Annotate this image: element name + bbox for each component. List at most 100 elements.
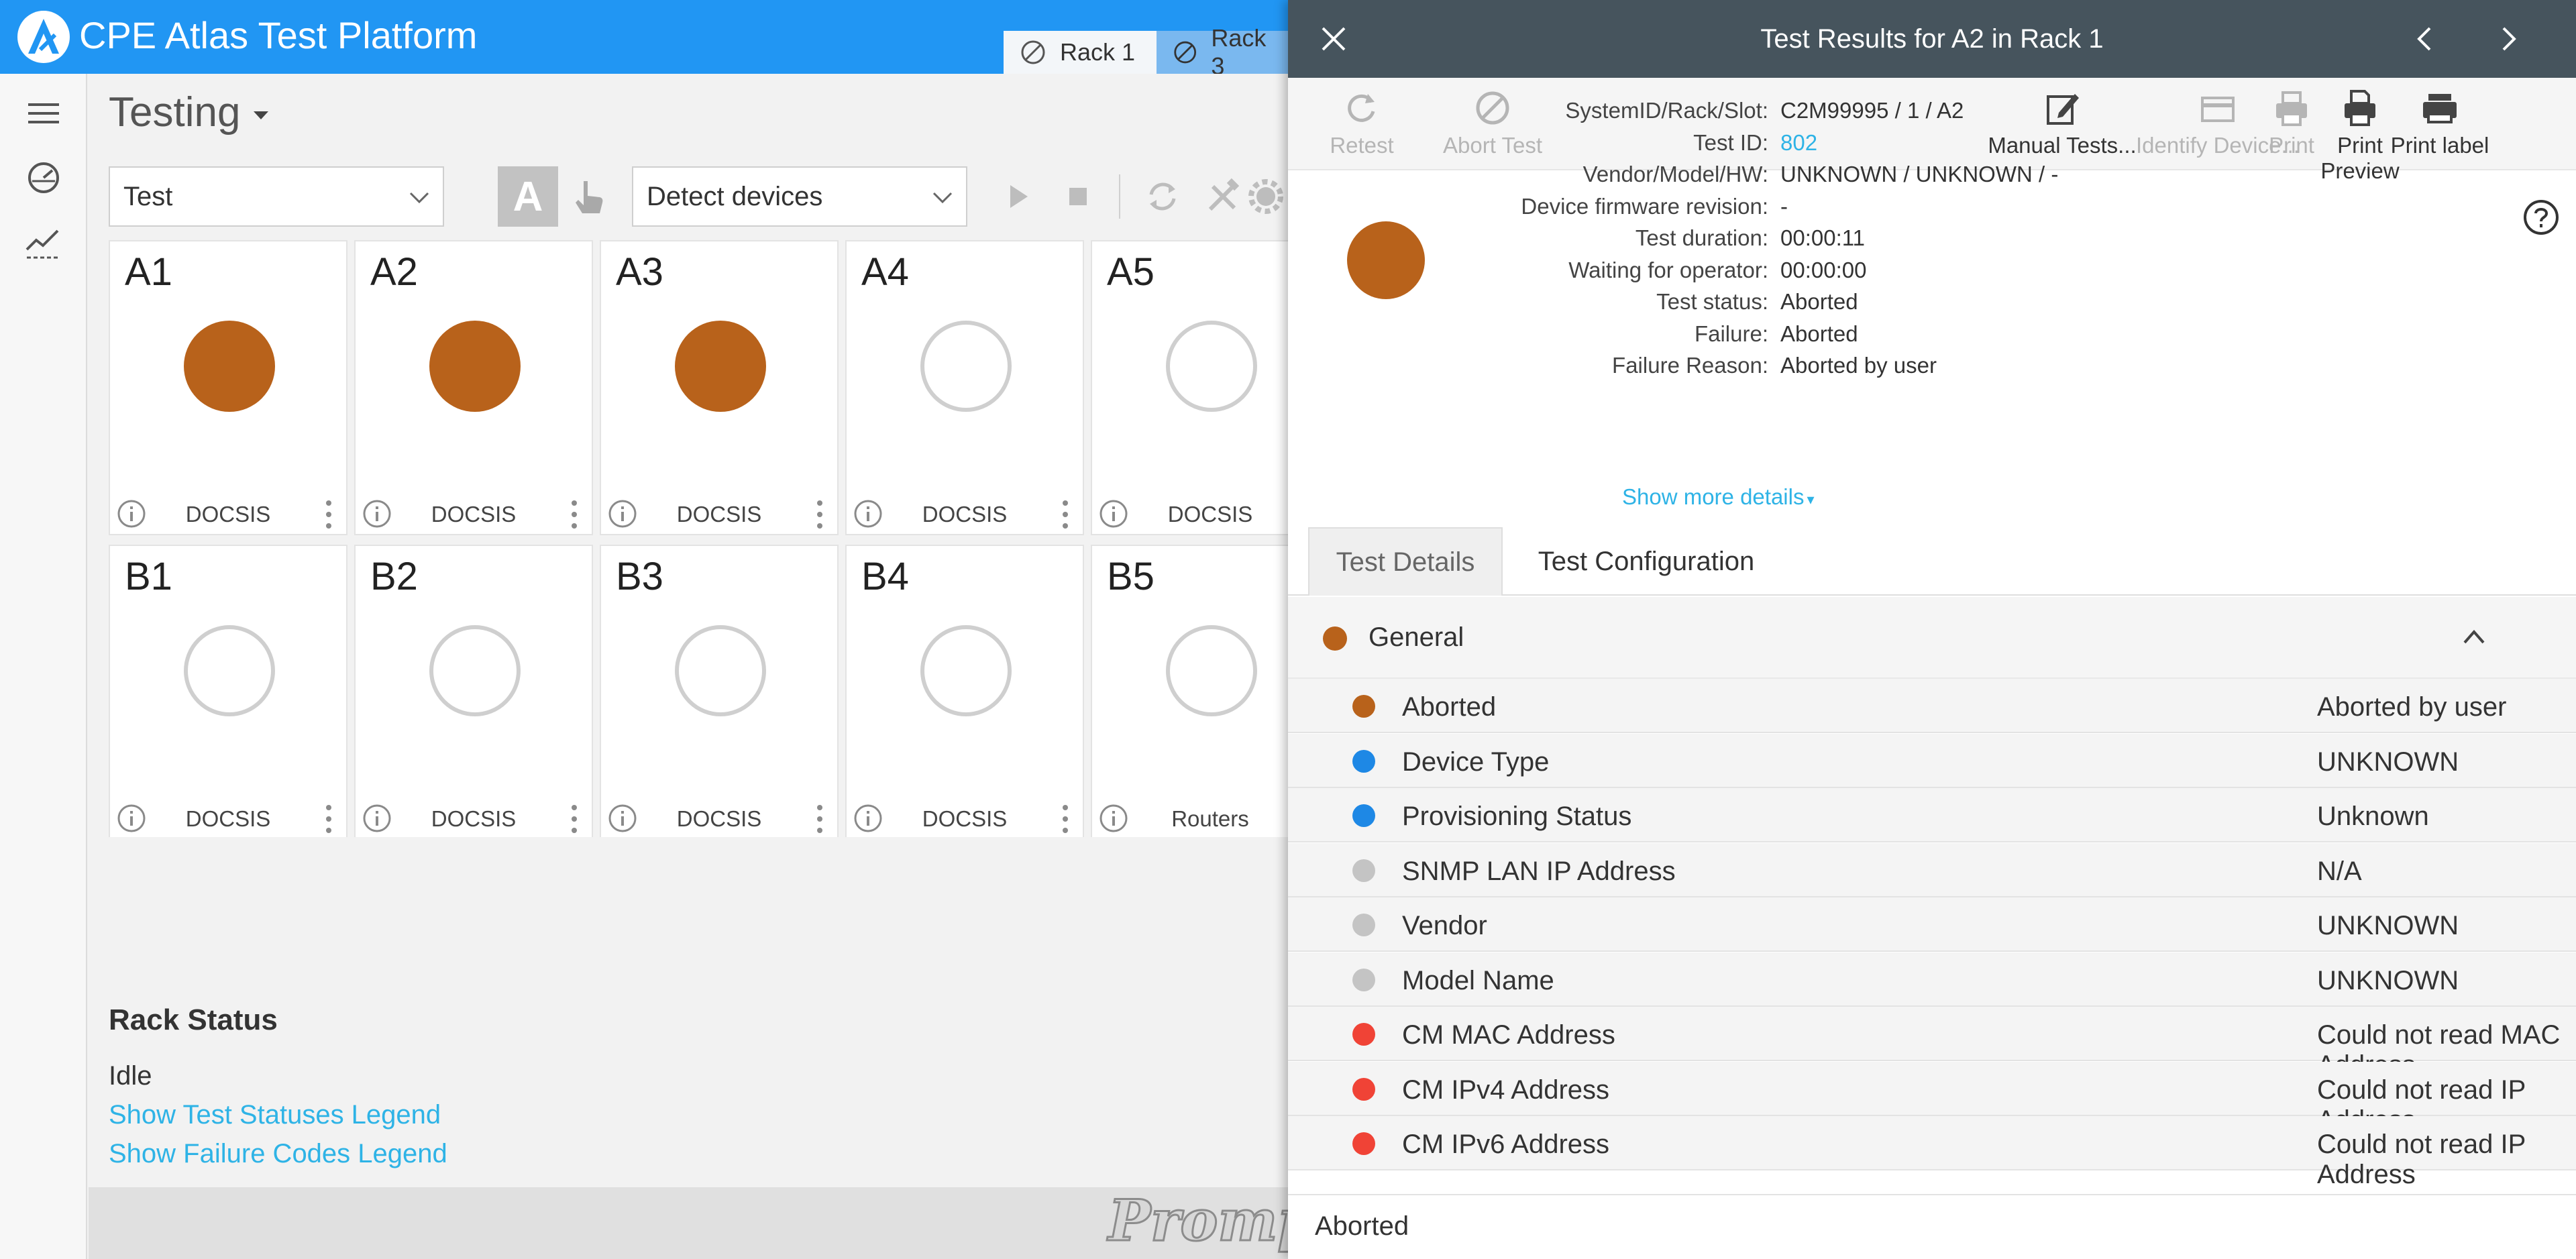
slot-device-type: DOCSIS <box>676 806 762 831</box>
info-icon[interactable] <box>362 499 392 529</box>
info-value: 00:00:11 <box>1780 225 1866 250</box>
info-icon[interactable] <box>853 804 883 833</box>
slot-tile[interactable]: A4 DOCSIS <box>845 240 1084 535</box>
more-vertical-icon[interactable] <box>1061 804 1069 834</box>
chevron-left-icon[interactable] <box>2415 25 2434 52</box>
slot-status-indicator <box>920 321 1012 412</box>
settings-button[interactable] <box>1245 166 1288 227</box>
tab-rack-1[interactable]: Rack 1 <box>1004 31 1157 74</box>
slot-tile[interactable]: B1 DOCSIS <box>109 545 347 837</box>
main-content: Testing Test A Detect devices A1 DOCSIS … <box>89 74 1288 1187</box>
info-value: Aborted <box>1780 321 1858 346</box>
detail-value: Could not read IP Address <box>2317 1130 2526 1189</box>
show-more-details-link[interactable]: Show more details ▾ <box>1622 484 1815 510</box>
tab-rack-3[interactable]: Rack 3 <box>1157 24 1297 80</box>
detail-value: N/A <box>2317 856 2362 886</box>
slot-label: A3 <box>616 250 663 294</box>
tab-rack-label: Rack 3 <box>1211 24 1267 80</box>
info-key: SystemID/Rack/Slot: <box>1565 98 1768 123</box>
more-vertical-icon[interactable] <box>570 804 578 834</box>
more-vertical-icon[interactable] <box>325 499 333 530</box>
result-status-dot <box>1352 1132 1375 1155</box>
result-status-dot <box>1352 1077 1375 1101</box>
slot-tile[interactable]: B4 DOCSIS <box>845 545 1084 837</box>
show-more-details-label: Show more details <box>1622 484 1805 509</box>
failure-codes-legend-link[interactable]: Show Failure Codes Legend <box>109 1139 447 1169</box>
chevron-up-icon[interactable] <box>2461 626 2487 647</box>
hand-pointer-icon <box>576 181 603 213</box>
more-vertical-icon[interactable] <box>570 499 578 530</box>
detail-row: CM MAC AddressCould not read MAC Address <box>1288 1007 2576 1080</box>
panel-title: Test Results for A2 in Rack 1 <box>1760 24 2104 54</box>
auto-mode-button[interactable]: A <box>498 166 558 227</box>
detail-row: Aborted Aborted by user <box>1288 679 2576 733</box>
info-icon[interactable] <box>362 804 392 833</box>
slot-tile[interactable]: B5 Routers <box>1091 545 1288 837</box>
more-vertical-icon[interactable] <box>816 804 824 834</box>
detail-row: CM IPv6 Address Could not read IP Address <box>1288 1116 2576 1189</box>
detect-devices-select[interactable]: Detect devices <box>632 166 967 227</box>
tools-button[interactable] <box>1193 166 1253 227</box>
caret-down-icon[interactable] <box>250 109 272 122</box>
info-value: UNKNOWN / UNKNOWN / - <box>1780 162 2059 186</box>
info-icon[interactable] <box>117 499 146 529</box>
info-icon[interactable] <box>853 499 883 529</box>
info-value[interactable]: 802 <box>1780 130 1817 156</box>
stop-button[interactable] <box>1048 166 1108 227</box>
slot-tile[interactable]: A1 DOCSIS <box>109 240 347 535</box>
slot-status-indicator <box>1166 321 1257 412</box>
info-key: Test duration: <box>1635 225 1768 250</box>
page-title[interactable]: Testing <box>109 89 240 136</box>
info-icon[interactable] <box>608 499 637 529</box>
slot-tile[interactable]: B3 DOCSIS <box>600 545 839 837</box>
info-key: Device firmware revision: <box>1521 193 1768 219</box>
mode-select[interactable]: Test <box>109 166 444 227</box>
hamburger-menu-icon[interactable] <box>23 93 64 134</box>
manual-mode-button[interactable] <box>558 166 619 227</box>
stop-icon <box>1069 188 1087 205</box>
statistics-chart-icon[interactable] <box>23 221 64 263</box>
info-icon[interactable] <box>1099 499 1128 529</box>
info-icon[interactable] <box>117 804 146 833</box>
info-value: Aborted <box>1780 289 1858 314</box>
info-value: 00:00:00 <box>1780 257 1867 282</box>
info-row: Vendor/Model/HW: UNKNOWN / UNKNOWN / - <box>1288 162 2576 194</box>
chevron-right-icon[interactable] <box>2500 25 2518 52</box>
detail-value: Aborted by user <box>2317 692 2507 722</box>
info-row: Test ID: 802 <box>1288 130 2576 162</box>
slot-tile[interactable]: A2 DOCSIS <box>354 240 593 535</box>
more-vertical-icon[interactable] <box>325 804 333 834</box>
slot-device-type: DOCSIS <box>185 502 271 527</box>
test-statuses-legend-link[interactable]: Show Test Statuses Legend <box>109 1100 441 1130</box>
slot-status-indicator <box>429 625 521 716</box>
detail-row: Vendor UNKNOWN <box>1288 897 2576 952</box>
info-row: Test status: Aborted <box>1288 289 2576 321</box>
info-icon[interactable] <box>1099 804 1128 833</box>
slot-tile[interactable]: A5 DOCSIS <box>1091 240 1288 535</box>
refresh-button[interactable] <box>1132 166 1193 227</box>
info-row: Failure: Aborted <box>1288 321 2576 353</box>
tab-test-details[interactable]: Test Details <box>1308 527 1503 596</box>
gear-icon <box>1248 179 1283 214</box>
mode-select-value: Test <box>123 181 173 211</box>
more-vertical-icon[interactable] <box>816 499 824 530</box>
left-nav <box>0 74 87 1259</box>
slot-label: B3 <box>616 555 663 598</box>
info-icon[interactable] <box>608 804 637 833</box>
result-status-dot <box>1352 804 1375 827</box>
slot-label: A1 <box>125 250 172 294</box>
slot-tile[interactable]: B2 DOCSIS <box>354 545 593 837</box>
slot-label: A5 <box>1107 250 1155 294</box>
slot-tile[interactable]: A3 DOCSIS <box>600 240 839 535</box>
tab-test-configuration[interactable]: Test Configuration <box>1512 527 1780 596</box>
dashboard-gauge-icon[interactable] <box>23 157 64 199</box>
app-header: CPE Atlas Test Platform Rack 1 Rack 3 <box>0 0 1297 80</box>
start-button[interactable] <box>987 166 1048 227</box>
general-section-header[interactable]: General <box>1288 597 2576 679</box>
info-key: Vendor/Model/HW: <box>1582 162 1768 186</box>
slot-label: B2 <box>370 555 418 598</box>
info-row: Test duration: 00:00:11 <box>1288 225 2576 258</box>
detail-row: Device Type UNKNOWN <box>1288 733 2576 788</box>
detail-value: UNKNOWN <box>2317 965 2459 995</box>
more-vertical-icon[interactable] <box>1061 499 1069 530</box>
